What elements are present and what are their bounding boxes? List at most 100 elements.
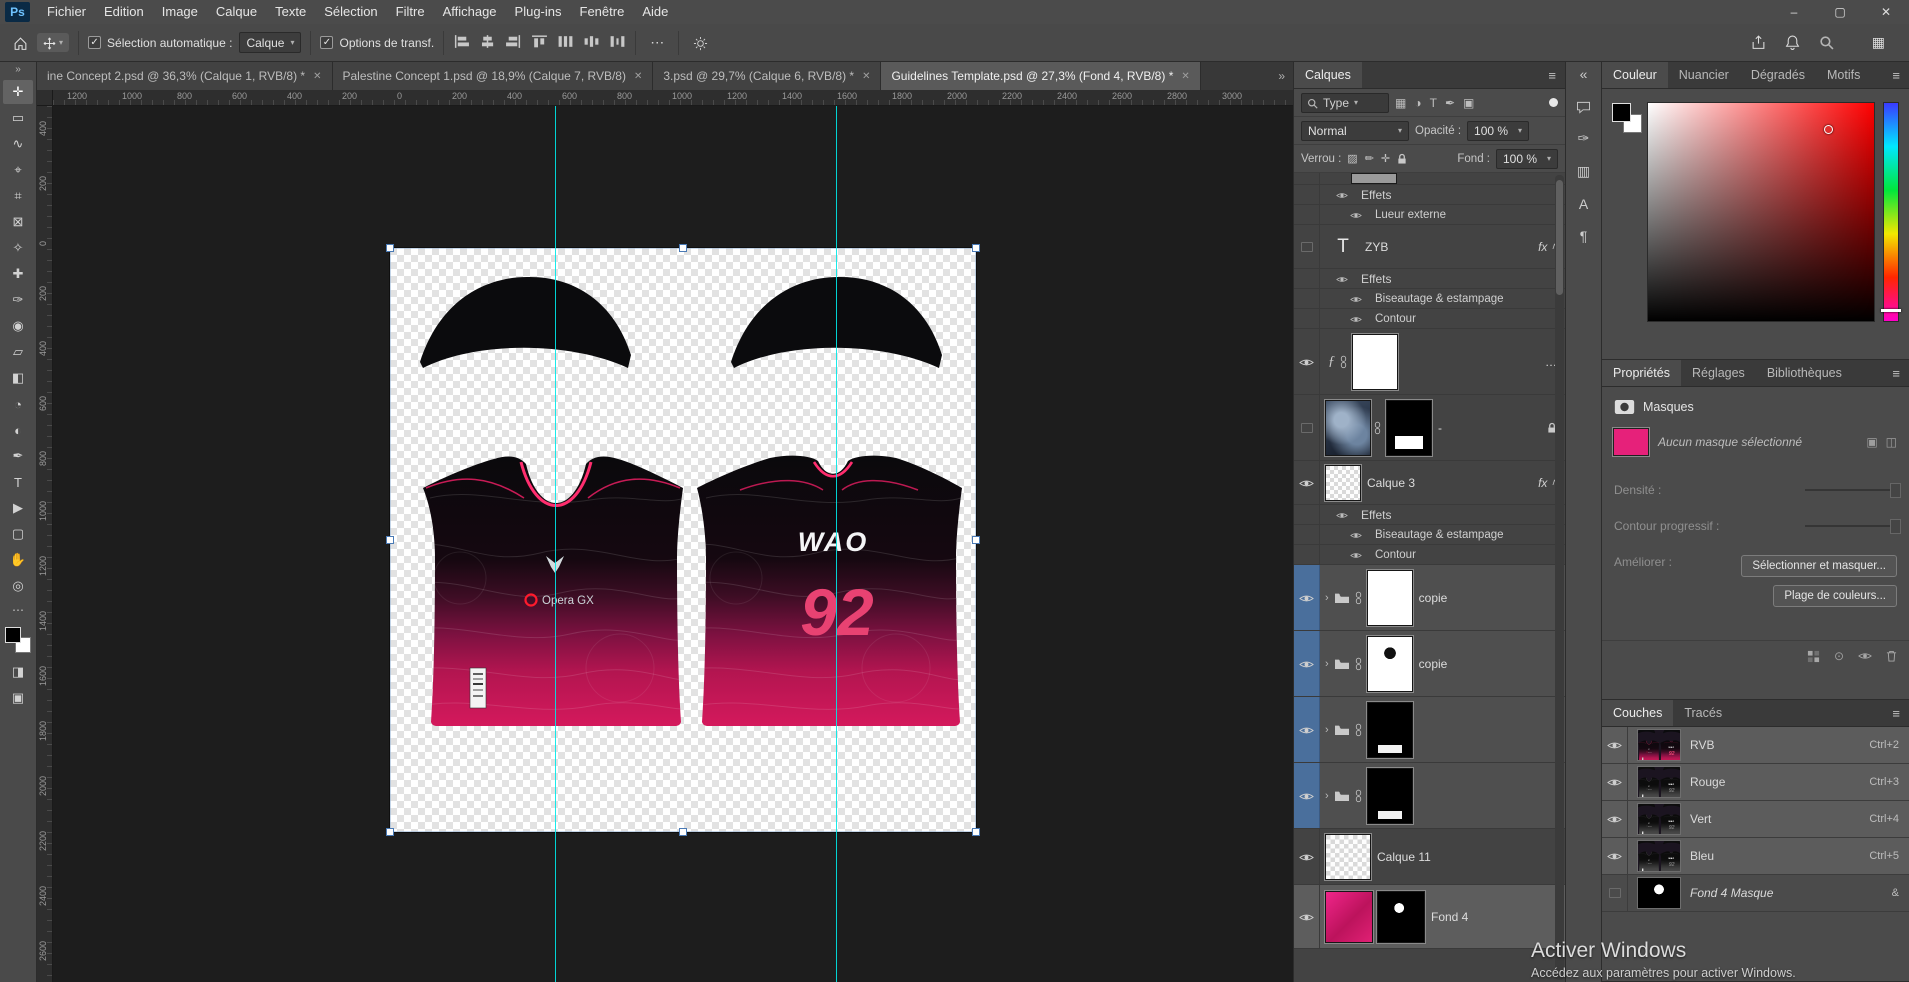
hand-tool[interactable]: ✋ xyxy=(3,548,33,572)
tab-réglages[interactable]: Réglages xyxy=(1681,360,1756,386)
eye-icon[interactable] xyxy=(1299,355,1314,369)
layer-thumbnail[interactable] xyxy=(1326,892,1372,942)
disable-mask-eye-icon[interactable] xyxy=(1858,649,1872,663)
layers-scrollbar[interactable] xyxy=(1555,175,1564,980)
transform-controls-checkbox[interactable]: ✓ xyxy=(320,36,333,49)
edit-toolbar-button[interactable]: ⋯ xyxy=(12,603,24,617)
transform-handle[interactable] xyxy=(386,244,394,252)
filter-shape-layers-icon[interactable]: ✒ xyxy=(1445,96,1455,110)
visibility-toggle[interactable] xyxy=(1602,875,1628,911)
dodge-tool[interactable]: ◐ xyxy=(3,418,33,442)
frame-tool[interactable]: ⊠ xyxy=(3,210,33,234)
filter-adjustment-layers-icon[interactable]: ◑ xyxy=(1414,96,1421,110)
workspace-icon[interactable]: ▦ xyxy=(1872,34,1885,51)
brush-tool[interactable]: ✑ xyxy=(3,288,33,312)
hue-slider-handle[interactable] xyxy=(1881,309,1901,312)
channel-thumbnail[interactable] xyxy=(1638,767,1680,797)
auto-select-checkbox[interactable]: ✓ xyxy=(88,36,101,49)
channel-thumbnail[interactable] xyxy=(1638,730,1680,760)
transform-handle[interactable] xyxy=(386,536,394,544)
fill-field[interactable]: 100 % ▾ xyxy=(1496,149,1558,169)
tab-calques[interactable]: Calques xyxy=(1294,62,1362,88)
layer-thumbnail[interactable] xyxy=(1387,401,1431,455)
character-panel-icon[interactable]: A xyxy=(1579,196,1588,212)
gradient-tool[interactable]: ◧ xyxy=(3,366,33,390)
layer-row-12[interactable]: Contour xyxy=(1294,545,1565,565)
distribute-center-horizontal-icon[interactable] xyxy=(583,34,600,52)
type-tool[interactable]: T xyxy=(3,470,33,494)
visibility-toggle[interactable] xyxy=(1294,631,1320,696)
menu-texte[interactable]: Texte xyxy=(266,0,315,24)
clone-stamp-tool[interactable]: ◉ xyxy=(3,314,33,338)
menu-image[interactable]: Image xyxy=(153,0,207,24)
tab-couches[interactable]: Couches xyxy=(1602,700,1673,726)
close-tab-icon[interactable]: ✕ xyxy=(634,71,642,82)
layer-row-16[interactable]: › xyxy=(1294,763,1565,829)
eye-icon[interactable] xyxy=(1350,208,1362,222)
layer-row-13[interactable]: ›copie xyxy=(1294,565,1565,631)
panel-menu-icon[interactable]: ≡ xyxy=(1883,700,1909,726)
visibility-toggle[interactable] xyxy=(1294,763,1320,828)
layer-search-field[interactable]: Type ▾ xyxy=(1301,93,1389,113)
filter-pixel-layers-icon[interactable]: ▦ xyxy=(1395,96,1406,110)
layer-row-9[interactable]: Calque 3fx∧ xyxy=(1294,461,1565,505)
menu-plug-ins[interactable]: Plug-ins xyxy=(506,0,571,24)
document-tab-3[interactable]: Guidelines Template.psd @ 27,3% (Fond 4,… xyxy=(881,62,1200,90)
object-selection-tool[interactable]: ⌖ xyxy=(3,158,33,182)
eye-icon[interactable] xyxy=(1336,188,1348,202)
layer-row-2[interactable]: Lueur externe xyxy=(1294,205,1565,225)
home-icon[interactable] xyxy=(8,34,33,51)
canvas-area[interactable]: 1200100080060040020002004006008001000120… xyxy=(37,90,1293,982)
eye-icon[interactable] xyxy=(1299,850,1314,864)
channel-row-bleu[interactable]: BleuCtrl+5 xyxy=(1602,838,1909,875)
menu-slection[interactable]: Sélection xyxy=(315,0,386,24)
mask-thumbnail-swatch[interactable] xyxy=(1614,429,1648,455)
visibility-toggle[interactable] xyxy=(1294,545,1320,564)
paragraph-panel-icon[interactable]: ¶ xyxy=(1580,228,1588,244)
more-align-options-button[interactable]: ⋯ xyxy=(645,34,669,51)
eye-hidden-box[interactable] xyxy=(1301,242,1313,252)
color-picker-marker[interactable] xyxy=(1824,125,1833,134)
layer-row-7[interactable]: ƒ… xyxy=(1294,329,1565,395)
brush-settings-panel-icon[interactable]: ✑ xyxy=(1578,130,1590,147)
vertical-guide[interactable] xyxy=(555,106,556,982)
scrollbar-thumb[interactable] xyxy=(1556,180,1563,295)
comments-panel-icon[interactable] xyxy=(1576,98,1591,114)
visibility-toggle[interactable] xyxy=(1294,185,1320,204)
layer-thumbnail[interactable] xyxy=(1368,703,1412,757)
transform-handle[interactable] xyxy=(972,828,980,836)
search-icon[interactable] xyxy=(1819,35,1834,50)
spot-healing-brush-tool[interactable]: ✚ xyxy=(3,262,33,286)
visibility-toggle[interactable] xyxy=(1294,269,1320,288)
align-right-icon[interactable] xyxy=(505,34,522,52)
menu-aide[interactable]: Aide xyxy=(633,0,677,24)
visibility-toggle[interactable] xyxy=(1602,838,1628,874)
maximize-button[interactable]: ▢ xyxy=(1817,0,1863,24)
filter-type-layers-icon[interactable]: T xyxy=(1430,96,1437,110)
tab-bibliothèques[interactable]: Bibliothèques xyxy=(1756,360,1853,386)
foreground-color-swatch[interactable] xyxy=(1612,103,1631,122)
distribute-right-icon[interactable] xyxy=(609,34,626,52)
path-selection-tool[interactable]: ▶ xyxy=(3,496,33,520)
align-center-horizontal-icon[interactable] xyxy=(479,34,496,52)
panel-menu-icon[interactable]: ≡ xyxy=(1883,360,1909,386)
crop-tool[interactable]: ⌗ xyxy=(3,184,33,208)
eye-icon[interactable] xyxy=(1350,312,1362,326)
filter-toggle[interactable] xyxy=(1549,98,1558,107)
layer-thumbnail[interactable] xyxy=(1368,571,1412,625)
close-button[interactable]: ✕ xyxy=(1863,0,1909,24)
layer-thumbnail[interactable] xyxy=(1378,892,1424,942)
transform-handle[interactable] xyxy=(972,244,980,252)
tab-tracés[interactable]: Tracés xyxy=(1673,700,1733,726)
color-range-button[interactable]: Plage de couleurs... xyxy=(1773,585,1897,607)
visibility-toggle[interactable] xyxy=(1294,289,1320,308)
pen-tool[interactable]: ✒ xyxy=(3,444,33,468)
opacity-field[interactable]: 100 % ▾ xyxy=(1467,121,1529,141)
eye-icon[interactable] xyxy=(1299,789,1314,803)
blend-mode-dropdown[interactable]: Normal ▾ xyxy=(1301,121,1409,141)
rectangular-marquee-tool[interactable]: ▭ xyxy=(3,106,33,130)
eye-icon[interactable] xyxy=(1336,508,1348,522)
horizontal-ruler[interactable]: 1200100080060040020002004006008001000120… xyxy=(53,90,1293,106)
align-top-icon[interactable] xyxy=(531,34,548,52)
lasso-tool[interactable]: ∿ xyxy=(3,132,33,156)
